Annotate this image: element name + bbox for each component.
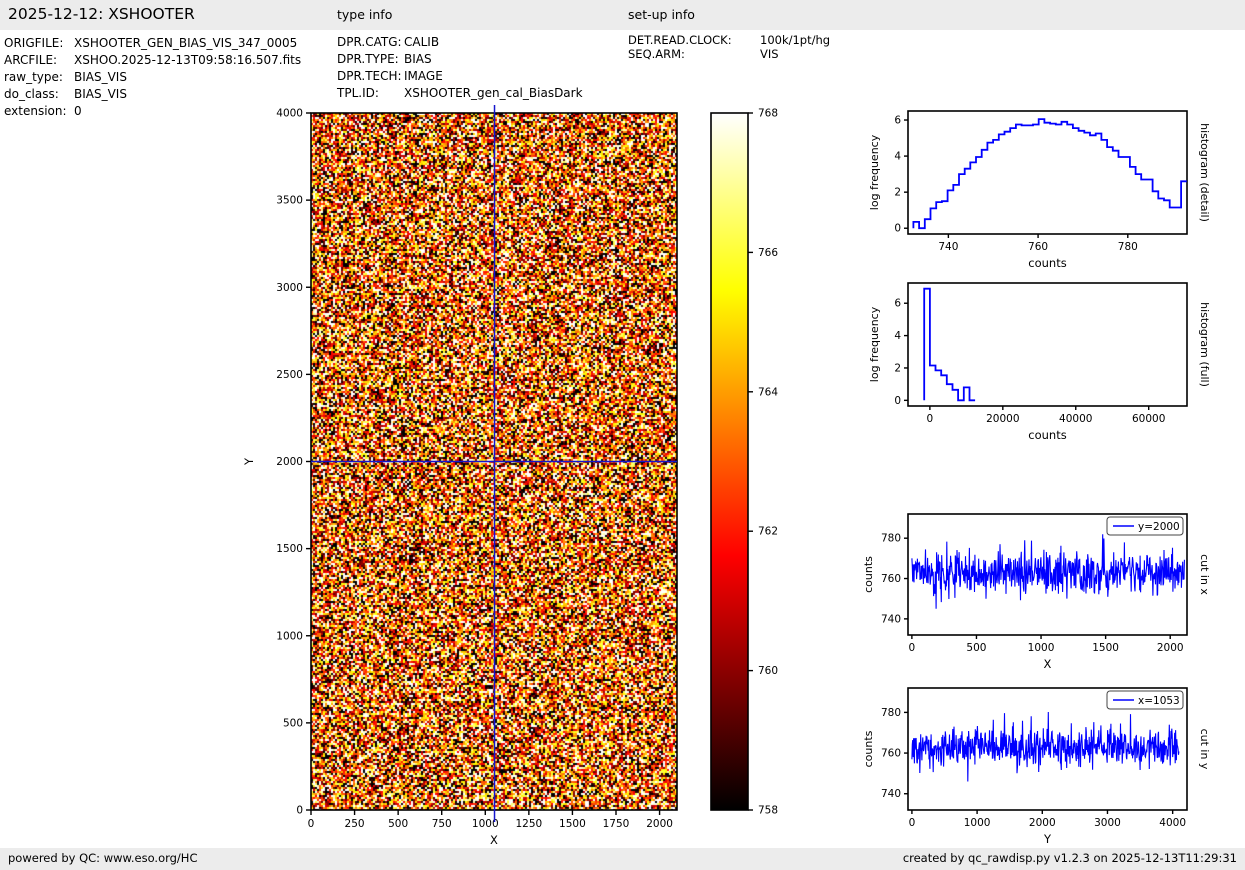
- y-tick-label: 500: [283, 717, 303, 729]
- plot-frame: [907, 110, 1188, 235]
- x-tick-label: 1000: [964, 817, 991, 829]
- y-tick-label: 1500: [276, 543, 303, 555]
- y-tick-label: 6: [894, 298, 901, 310]
- histogram-line: [923, 287, 976, 402]
- legend-label: x=1053: [1138, 695, 1180, 707]
- x-tick-label: 1500: [559, 818, 586, 830]
- x-tick-label: 1500: [1092, 642, 1119, 654]
- x-tick-label: 1250: [515, 818, 542, 830]
- y-axis-label: Y: [242, 457, 256, 466]
- x-tick-label: 760: [1028, 241, 1048, 253]
- y-tick-label: 740: [881, 788, 901, 800]
- plots-overlay: 0 250 500 750 1000 1250 1500 1750 20000500100015…: [242, 105, 1211, 847]
- y-tick-label: 6: [894, 115, 901, 127]
- y-tick-label: 740: [881, 613, 901, 625]
- x-tick-label: 4000: [1159, 817, 1186, 829]
- y-tick-label: 2: [894, 362, 901, 374]
- x-tick-label: 0: [909, 817, 916, 829]
- y-tick-label: 3500: [276, 195, 303, 207]
- colorbar-tick-label: 766: [758, 247, 778, 259]
- noise-trace: [911, 711, 1180, 782]
- x-tick-label: 0: [308, 818, 315, 830]
- x-tick-label: 740: [938, 241, 958, 253]
- y-axis-label: counts: [862, 556, 875, 593]
- y-tick-label: 0: [296, 805, 303, 817]
- x-axis-label: counts: [1028, 428, 1066, 442]
- colorbar-tick-label: 768: [758, 108, 778, 120]
- x-tick-label: 1750: [603, 818, 630, 830]
- x-axis-label: X: [1044, 657, 1052, 671]
- x-axis-label: Y: [1043, 832, 1052, 846]
- x-tick-label: 750: [432, 818, 452, 830]
- x-tick-label: 60000: [1132, 413, 1165, 425]
- colorbar-tick-label: 764: [758, 386, 778, 398]
- colorbar-frame: [710, 112, 749, 811]
- y-tick-label: 1000: [276, 630, 303, 642]
- y-tick-label: 3000: [276, 282, 303, 294]
- legend-label: y=2000: [1138, 521, 1180, 533]
- y-tick-label: 0: [894, 395, 901, 407]
- y-tick-label: 4: [894, 330, 901, 342]
- x-axis-label: counts: [1028, 256, 1066, 270]
- y-tick-label: 0: [894, 223, 901, 235]
- right-axis-title: cut in x: [1198, 554, 1211, 595]
- y-tick-label: 2000: [276, 456, 303, 468]
- footer-right-text: created by qc_rawdisp.py v1.2.3 on 2025-…: [902, 851, 1237, 865]
- x-tick-label: 2000: [1157, 642, 1184, 654]
- right-axis-title: histogram (detail): [1198, 123, 1211, 222]
- y-axis-label: log frequency: [868, 134, 881, 210]
- right-axis-title: histogram (full): [1198, 302, 1211, 387]
- x-tick-label: 20000: [986, 413, 1019, 425]
- x-tick-label: 2000: [1029, 817, 1056, 829]
- y-tick-label: 4: [894, 151, 901, 163]
- y-tick-label: 2: [894, 187, 901, 199]
- y-tick-label: 4000: [276, 108, 303, 120]
- y-tick-label: 780: [881, 533, 901, 545]
- plot-frame: [907, 282, 1188, 407]
- x-tick-label: 500: [388, 818, 408, 830]
- right-axis-title: cut in y: [1198, 729, 1211, 770]
- y-axis-label: counts: [862, 730, 875, 767]
- y-tick-label: 780: [881, 707, 901, 719]
- footer-left-text: powered by QC: www.eso.org/HC: [8, 851, 198, 865]
- colorbar-tick-label: 762: [758, 526, 778, 538]
- y-tick-label: 760: [881, 573, 901, 585]
- x-tick-label: 0: [909, 642, 916, 654]
- colorbar-tick-label: 760: [758, 665, 778, 677]
- x-tick-label: 500: [966, 642, 986, 654]
- colorbar-tick-label: 758: [758, 805, 778, 817]
- noise-trace: [911, 534, 1185, 609]
- x-tick-label: 1000: [1028, 642, 1055, 654]
- x-tick-label: 250: [345, 818, 365, 830]
- x-tick-label: 40000: [1059, 413, 1092, 425]
- histogram-line: [912, 118, 1187, 230]
- y-tick-label: 760: [881, 748, 901, 760]
- x-axis-label: X: [490, 833, 498, 847]
- x-tick-label: 3000: [1094, 817, 1121, 829]
- x-tick-label: 780: [1118, 241, 1138, 253]
- x-tick-label: 2000: [646, 818, 673, 830]
- y-tick-label: 2500: [276, 369, 303, 381]
- x-tick-label: 0: [927, 413, 934, 425]
- y-axis-label: log frequency: [868, 306, 881, 382]
